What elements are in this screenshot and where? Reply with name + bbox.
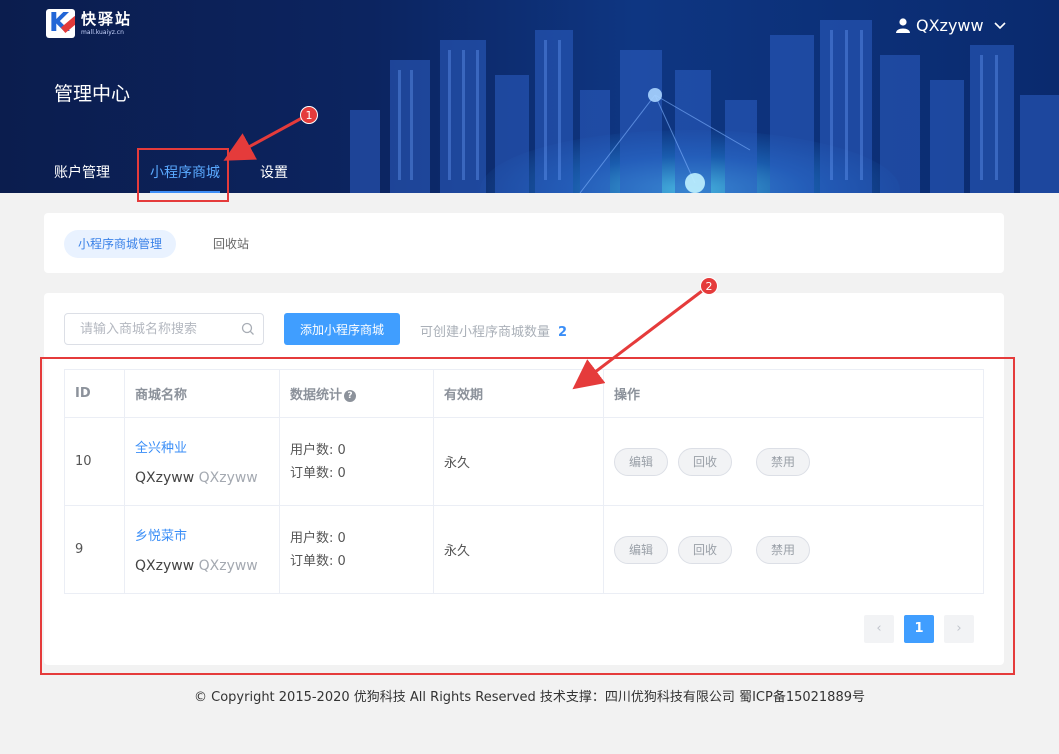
chevron-down-icon [994,21,1006,29]
add-mall-button[interactable]: 添加小程序商城 [284,313,400,345]
nav-account[interactable]: 账户管理 [54,163,110,193]
footer-copyright: © Copyright 2015-2020 优狗科技 All Rights Re… [194,690,865,705]
subtab-recycle-bin[interactable]: 回收站 [199,230,263,258]
search-icon[interactable] [241,322,255,336]
brand-domain: mall.kuaiyz.cn [81,29,124,36]
logo-k-icon: K [46,9,75,38]
annotation-marker-2: 2 [700,277,718,295]
brand-name: 快驿站 [81,10,133,28]
nav-settings[interactable]: 设置 [260,163,288,193]
search-input[interactable] [65,314,235,344]
annotation-highlight-nav [137,148,229,202]
subtab-card: 小程序商城管理 回收站 [44,213,1004,273]
user-name: QXzyww [916,16,984,35]
brand-logo[interactable]: K 快驿站 mall.kuaiyz.cn [46,9,132,38]
annotation-highlight-table [40,357,1015,675]
user-menu[interactable]: QXzyww [896,16,1006,35]
quota-label: 可创建小程序商城数量 [420,325,551,340]
page-title: 管理中心 [54,83,131,105]
user-icon [896,18,910,33]
annotation-marker-1: 1 [300,106,318,124]
quota-value: 2 [558,325,568,340]
brand-text: 快驿站 mall.kuaiyz.cn [81,10,132,37]
subtab-mall-management[interactable]: 小程序商城管理 [64,230,177,258]
search-box [64,313,264,345]
quota-info: 可创建小程序商城数量 2 [420,321,567,340]
